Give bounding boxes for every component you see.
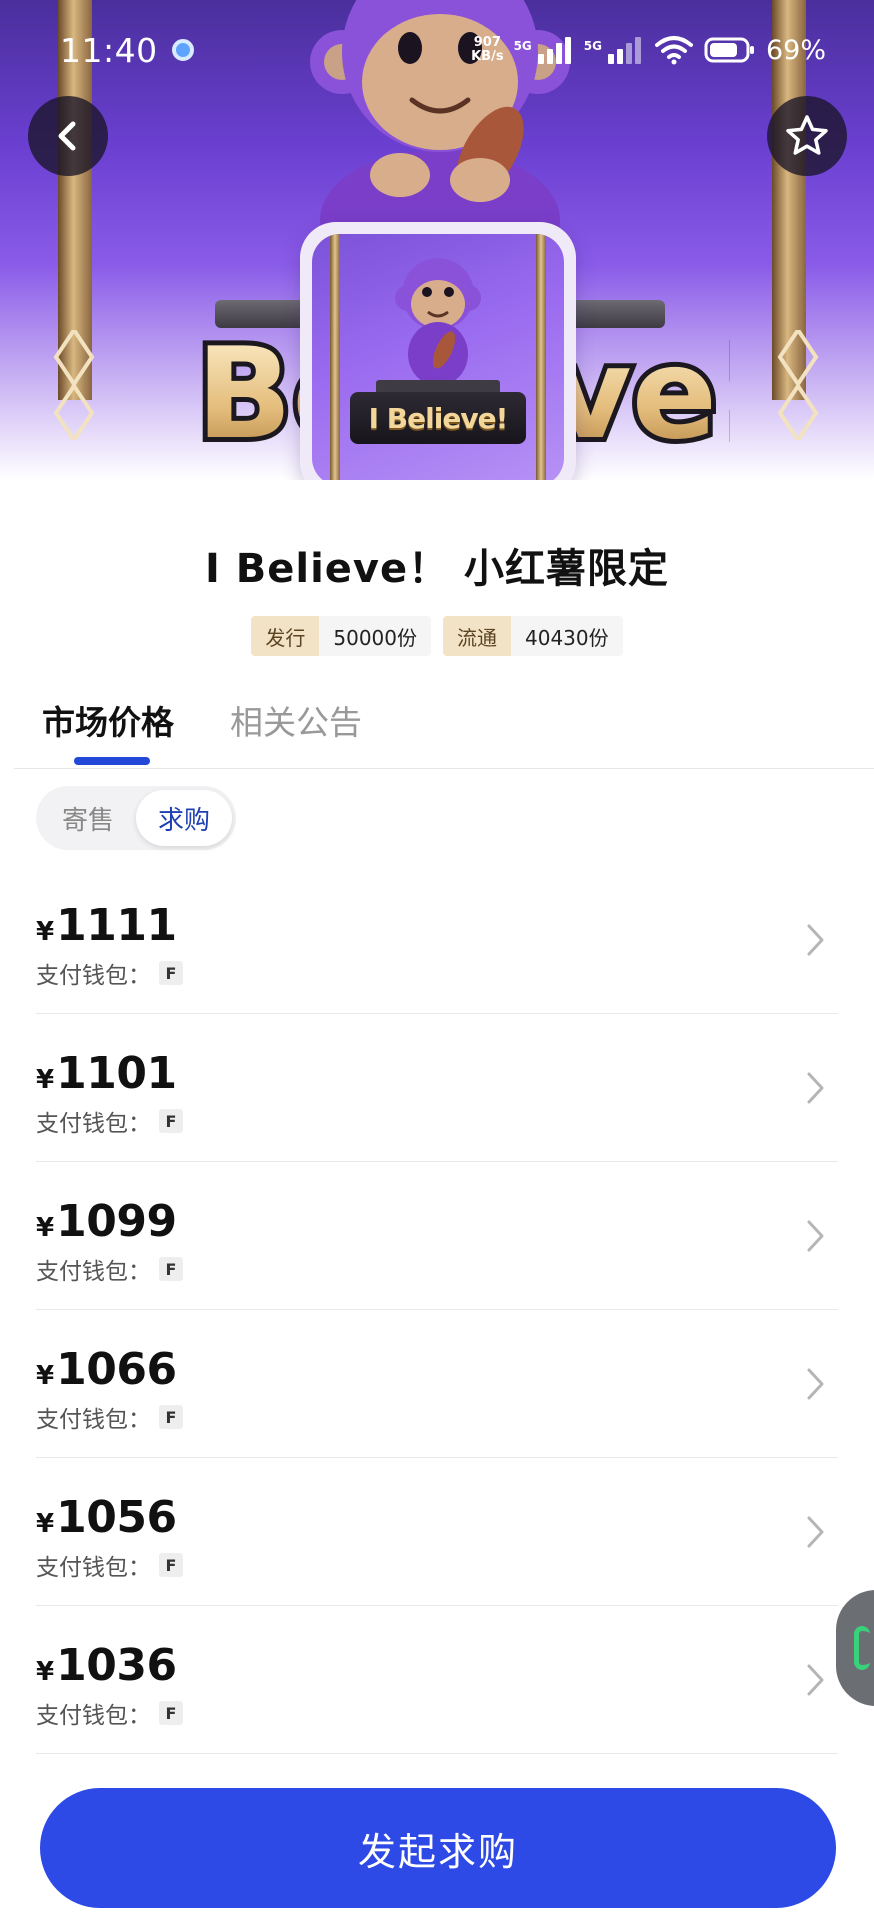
- price-amount: 1066: [56, 1344, 177, 1395]
- back-button[interactable]: [28, 96, 108, 176]
- chevron-right-icon: [807, 1220, 824, 1252]
- payment-wallet: 支付钱包： F: [36, 1400, 183, 1434]
- wallet-badge: F: [159, 1405, 183, 1429]
- chevron-right-icon: [807, 924, 824, 956]
- location-indicator-icon: [171, 39, 194, 61]
- listing-price: ¥ 1101: [36, 1048, 177, 1099]
- star-icon: [786, 115, 828, 155]
- net-speed-unit: KB/s: [471, 49, 504, 64]
- price-amount: 1111: [56, 900, 177, 951]
- listing-price: ¥ 1111: [36, 900, 177, 951]
- chevron-right-icon: [807, 1516, 824, 1548]
- product-stats: 发行 50000份 流通 40430份: [0, 616, 874, 656]
- chevron-right-icon: [807, 1664, 824, 1696]
- wallet-label: 支付钱包：: [36, 1703, 151, 1729]
- stat-issued-label: 发行: [251, 616, 320, 656]
- payment-wallet: 支付钱包： F: [36, 956, 183, 990]
- payment-wallet: 支付钱包： F: [36, 1696, 183, 1730]
- active-tab-indicator: [74, 757, 150, 765]
- floating-assistant-button[interactable]: [836, 1590, 874, 1706]
- net-speed-value: 907: [473, 35, 501, 50]
- currency-symbol: ¥: [36, 917, 55, 947]
- wallet-badge: F: [159, 1701, 183, 1725]
- currency-symbol: ¥: [36, 1213, 55, 1243]
- buy-request-list: ¥ 1111 支付钱包： F ¥ 1101 支付钱包： F ¥ 1099 支付钱…: [36, 866, 838, 1754]
- tab-market-price[interactable]: 市场价格: [42, 696, 174, 762]
- sim2-type: 5G: [583, 38, 602, 53]
- list-item[interactable]: ¥ 1101 支付钱包： F: [36, 1014, 838, 1162]
- product-title: I Believe！ 小红薯限定: [204, 546, 670, 592]
- wallet-label: 支付钱包：: [36, 1259, 151, 1285]
- stat-issued-value: 50000份: [319, 616, 431, 656]
- listing-price: ¥ 1056: [36, 1492, 177, 1543]
- list-item[interactable]: ¥ 1111 支付钱包： F: [36, 866, 838, 1014]
- list-item[interactable]: ¥ 1036 支付钱包： F: [36, 1606, 838, 1754]
- status-time: 11:40: [60, 30, 158, 70]
- signal-strength-icon: [607, 37, 641, 64]
- segment-buy-request[interactable]: 求购: [136, 790, 232, 846]
- segment-consign[interactable]: 寄售: [40, 790, 136, 846]
- start-buy-request-button[interactable]: 发起求购: [40, 1788, 836, 1908]
- wallet-badge: F: [159, 1257, 183, 1281]
- chevron-right-icon: [807, 1368, 824, 1400]
- wifi-icon: [654, 36, 693, 65]
- currency-symbol: ¥: [36, 1657, 55, 1687]
- price-amount: 1056: [56, 1492, 177, 1543]
- tab-divider: [14, 768, 874, 769]
- stat-circulating: 流通 40430份: [443, 616, 623, 656]
- stat-issued: 发行 50000份: [251, 616, 431, 656]
- tab-announcements[interactable]: 相关公告: [230, 696, 362, 762]
- price-amount: 1101: [56, 1048, 177, 1099]
- list-item[interactable]: ¥ 1056 支付钱包： F: [36, 1458, 838, 1606]
- collectible-cover-artwork: I Believe!: [312, 234, 564, 480]
- hero-diamond-ornament-left: [53, 330, 95, 440]
- payment-wallet: 支付钱包： F: [36, 1252, 183, 1286]
- cover-title-lettering: I Believe!: [350, 392, 526, 444]
- wallet-badge: F: [159, 961, 183, 985]
- price-amount: 1099: [56, 1196, 177, 1247]
- collectible-cover-card: I Believe!: [300, 222, 576, 480]
- signal-strength-icon: [537, 37, 571, 64]
- sim1-type: 5G: [513, 38, 532, 53]
- battery-icon: [704, 37, 754, 63]
- payment-wallet: 支付钱包： F: [36, 1104, 183, 1138]
- listing-price: ¥ 1036: [36, 1640, 177, 1691]
- payment-wallet: 支付钱包： F: [36, 1548, 183, 1582]
- currency-symbol: ¥: [36, 1065, 55, 1095]
- hero-banner: I Believe! I Believe! 11:40: [0, 0, 874, 480]
- wallet-label: 支付钱包：: [36, 1407, 151, 1433]
- listing-price: ¥ 1099: [36, 1196, 177, 1247]
- favorite-button[interactable]: [767, 96, 847, 176]
- status-indicators: 907 KB/s 5G 5G 69%: [471, 35, 826, 66]
- assistant-handle-icon: [854, 1626, 870, 1670]
- wallet-label: 支付钱包：: [36, 1555, 151, 1581]
- price-amount: 1036: [56, 1640, 177, 1691]
- battery-percent: 69%: [765, 34, 826, 66]
- status-bar: 11:40 907 KB/s 5G 5G 69%: [0, 0, 874, 100]
- cover-monkey-icon: [376, 258, 500, 394]
- currency-symbol: ¥: [36, 1361, 55, 1391]
- wallet-badge: F: [159, 1109, 183, 1133]
- net-speed: 907 KB/s: [471, 36, 503, 64]
- listing-price: ¥ 1066: [36, 1344, 177, 1395]
- hero-diamond-ornament-right: [777, 330, 819, 440]
- stat-circulating-value: 40430份: [511, 616, 623, 656]
- currency-symbol: ¥: [36, 1509, 55, 1539]
- tab-bar: 市场价格 相关公告: [42, 696, 362, 762]
- wallet-label: 支付钱包：: [36, 1111, 151, 1137]
- list-item[interactable]: ¥ 1099 支付钱包： F: [36, 1162, 838, 1310]
- wallet-label: 支付钱包：: [36, 963, 151, 989]
- order-type-toggle: 寄售 求购: [36, 786, 236, 850]
- chevron-left-icon: [58, 121, 76, 151]
- stat-circulating-label: 流通: [443, 616, 511, 656]
- chevron-right-icon: [807, 1072, 824, 1104]
- list-item[interactable]: ¥ 1066 支付钱包： F: [36, 1310, 838, 1458]
- wallet-badge: F: [159, 1553, 183, 1577]
